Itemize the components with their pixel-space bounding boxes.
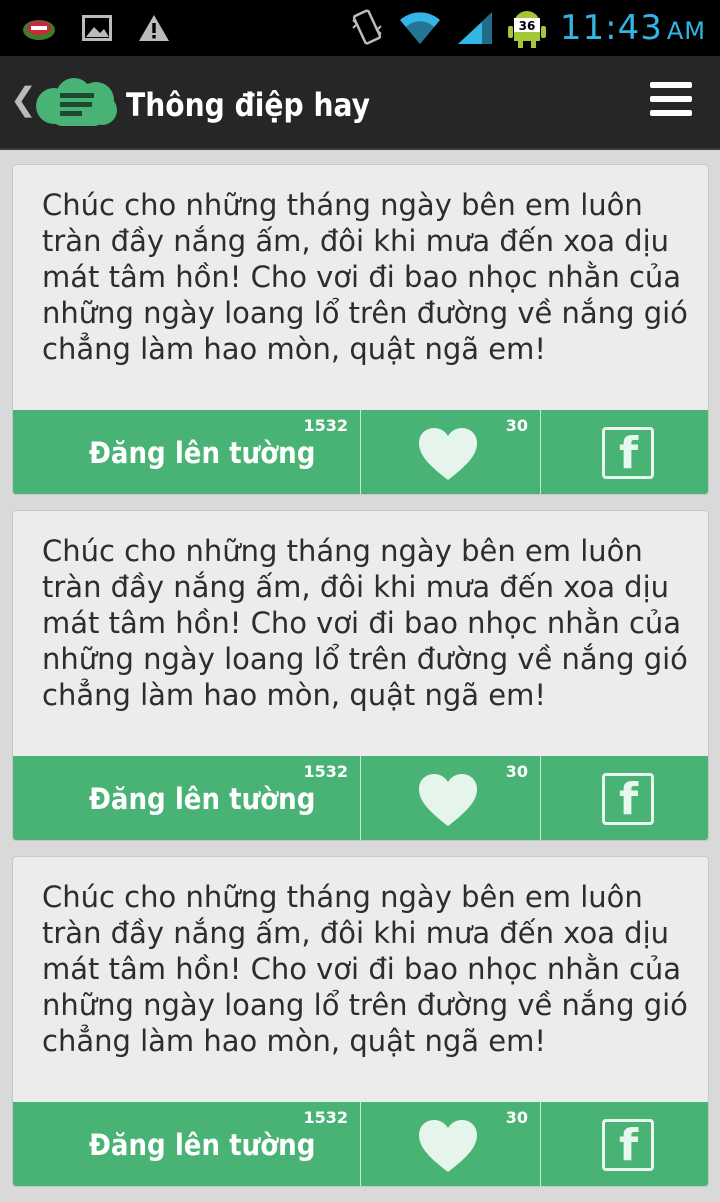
message-card: Chúc cho những tháng ngày bên em luôn tr… bbox=[12, 510, 709, 841]
page-title: Thông điệp hay bbox=[126, 86, 371, 124]
post-to-wall-label: Đăng lên tường bbox=[89, 782, 316, 816]
wifi-icon bbox=[399, 12, 440, 44]
message-text: Chúc cho những tháng ngày bên em luôn tr… bbox=[42, 534, 688, 712]
message-list: Chúc cho những tháng ngày bên em luôn tr… bbox=[12, 164, 709, 1202]
system-icons: 36 11:43 AM bbox=[350, 6, 706, 50]
like-count: 30 bbox=[505, 1108, 528, 1127]
battery-android-icon: 36 bbox=[507, 11, 546, 48]
like-count: 30 bbox=[505, 416, 528, 435]
facebook-share-button[interactable]: f bbox=[541, 756, 708, 840]
facebook-icon: f bbox=[602, 773, 654, 825]
menu-line bbox=[650, 82, 692, 88]
post-count: 1532 bbox=[303, 416, 348, 435]
heart-icon bbox=[419, 428, 477, 480]
clock: 11:43 AM bbox=[560, 8, 706, 48]
menu-line bbox=[650, 110, 692, 116]
post-to-wall-button[interactable]: Đăng lên tường 1532 bbox=[13, 756, 361, 840]
post-count: 1532 bbox=[303, 762, 348, 781]
post-to-wall-button[interactable]: Đăng lên tường 1532 bbox=[13, 410, 361, 494]
chevron-left-icon[interactable]: ❮ bbox=[10, 80, 37, 118]
battery-level: 36 bbox=[519, 19, 536, 33]
signal-icon bbox=[457, 12, 492, 44]
warning-icon bbox=[139, 15, 169, 41]
message-card: Chúc cho những tháng ngày bên em luôn tr… bbox=[12, 856, 709, 1187]
app-bar: ❮ Thông điệp hay bbox=[0, 56, 720, 150]
app-notification-icon bbox=[23, 20, 55, 40]
post-to-wall-button[interactable]: Đăng lên tường 1532 bbox=[13, 1102, 361, 1186]
card-action-bar: Đăng lên tường 1532 30 f bbox=[13, 1102, 708, 1186]
post-to-wall-label: Đăng lên tường bbox=[89, 436, 316, 470]
hamburger-menu-icon[interactable] bbox=[650, 82, 694, 118]
facebook-share-button[interactable]: f bbox=[541, 1102, 708, 1186]
clock-time: 11:43 bbox=[559, 8, 663, 48]
like-button[interactable]: 30 bbox=[361, 756, 541, 840]
card-action-bar: Đăng lên tường 1532 30 f bbox=[13, 410, 708, 494]
cloud-message-icon[interactable] bbox=[34, 76, 118, 128]
post-count: 1532 bbox=[303, 1108, 348, 1127]
heart-icon bbox=[419, 774, 477, 826]
like-count: 30 bbox=[505, 762, 528, 781]
vibrate-icon bbox=[352, 9, 382, 45]
image-icon bbox=[82, 15, 112, 41]
clock-ampm: AM bbox=[666, 17, 706, 45]
heart-icon bbox=[419, 1120, 477, 1172]
facebook-icon: f bbox=[602, 1119, 654, 1171]
message-card: Chúc cho những tháng ngày bên em luôn tr… bbox=[12, 164, 709, 495]
facebook-share-button[interactable]: f bbox=[541, 410, 708, 494]
notification-area bbox=[22, 10, 170, 46]
like-button[interactable]: 30 bbox=[361, 1102, 541, 1186]
card-action-bar: Đăng lên tường 1532 30 f bbox=[13, 756, 708, 840]
facebook-icon: f bbox=[602, 427, 654, 479]
menu-line bbox=[650, 96, 692, 102]
post-to-wall-label: Đăng lên tường bbox=[89, 1128, 316, 1162]
like-button[interactable]: 30 bbox=[361, 410, 541, 494]
message-text: Chúc cho những tháng ngày bên em luôn tr… bbox=[42, 880, 688, 1058]
status-bar: 36 11:43 AM bbox=[0, 0, 720, 56]
message-text: Chúc cho những tháng ngày bên em luôn tr… bbox=[42, 188, 688, 366]
